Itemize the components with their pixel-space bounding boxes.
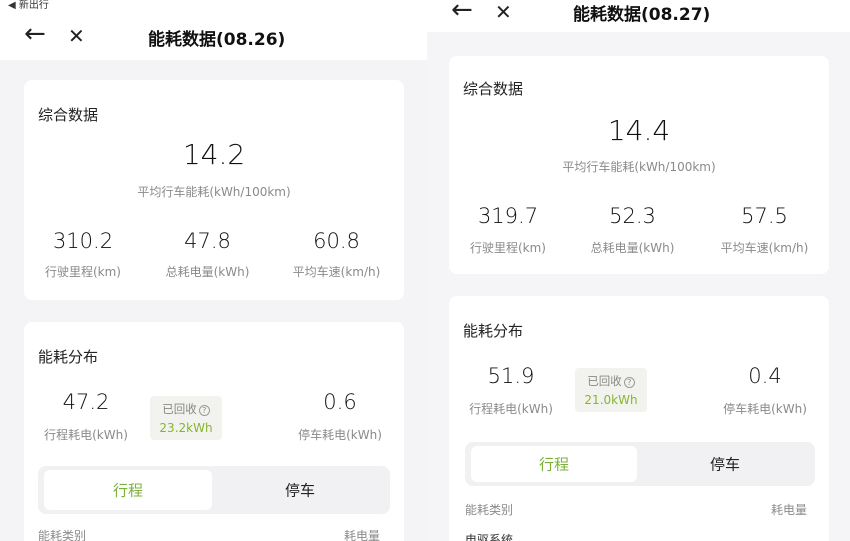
close-icon[interactable]: ✕ <box>68 24 85 48</box>
tab-parking[interactable]: 停车 <box>216 470 384 510</box>
driving-energy-value: 47.2 <box>62 390 110 414</box>
tab-trip[interactable]: 行程 <box>471 446 637 482</box>
distribution-card: 能耗分布 51.9 行程耗电(kWh) 已回收? 21.0kWh 0.4 停车耗… <box>449 296 829 541</box>
recovered-label: 已回收 <box>587 374 622 388</box>
back-arrow-icon[interactable]: ← <box>451 0 473 23</box>
avg-speed-label: 平均车速(km/h) <box>292 265 381 279</box>
page-title: 能耗数据(08.26) <box>148 30 286 50</box>
summary-title: 综合数据 <box>463 80 524 98</box>
total-energy-value: 52.3 <box>609 204 656 228</box>
table-header-category: 能耗类别 <box>38 529 87 541</box>
summary-card: 综合数据 14.4 平均行车能耗(kWh/100km) 319.7 行驶里程(k… <box>449 56 829 274</box>
avg-speed-label: 平均车速(km/h) <box>720 241 809 255</box>
tab-trip[interactable]: 行程 <box>44 470 212 510</box>
recovered-badge: 已回收? 23.2kWh <box>150 396 222 440</box>
back-arrow-icon[interactable]: ← <box>24 21 46 47</box>
table-header-energy: 耗电量 <box>344 529 381 541</box>
table-header-energy: 耗电量 <box>771 503 808 517</box>
driving-energy-label: 行程耗电(kWh) <box>44 428 128 442</box>
help-icon[interactable]: ? <box>198 405 210 416</box>
parking-energy-label: 停车耗电(kWh) <box>723 402 807 416</box>
driving-energy-label: 行程耗电(kWh) <box>469 402 553 416</box>
status-back-link[interactable]: ◀ 新出行 <box>8 0 49 12</box>
table-header-category: 能耗类别 <box>465 503 514 517</box>
avg-speed-value: 57.5 <box>741 204 788 228</box>
summary-card: 综合数据 14.2 平均行车能耗(kWh/100km) 310.2 行驶里程(k… <box>24 80 404 300</box>
nav-bar: ← ✕ 能耗数据(08.27) <box>427 0 850 32</box>
avg-consumption-value: 14.4 <box>607 114 671 147</box>
total-energy-value: 47.8 <box>184 229 231 253</box>
segment-control: 行程 停车 <box>38 466 390 514</box>
recovered-label: 已回收 <box>162 402 197 416</box>
mileage-value: 310.2 <box>52 229 114 253</box>
recovered-value: 23.2kWh <box>159 421 213 435</box>
tab-parking[interactable]: 停车 <box>641 446 809 482</box>
avg-speed-value: 60.8 <box>313 229 360 253</box>
left-screenshot: ◀ 新出行 ← ✕ 能耗数据(08.26) 综合数据 14.2 平均行车能耗(k… <box>0 0 427 541</box>
total-energy-label: 总耗电量(kWh) <box>165 265 250 279</box>
avg-consumption-value: 14.2 <box>182 138 246 171</box>
segment-control: 行程 停车 <box>465 442 815 486</box>
driving-energy-value: 51.9 <box>487 364 535 388</box>
summary-title: 综合数据 <box>38 106 99 124</box>
parking-energy-value: 0.4 <box>748 364 782 388</box>
table-row-label: 电驱系统 <box>465 533 514 541</box>
mileage-value: 319.7 <box>477 204 539 228</box>
right-screenshot: ← ✕ 能耗数据(08.27) 综合数据 14.4 平均行车能耗(kWh/100… <box>427 0 850 541</box>
mileage-label: 行驶里程(km) <box>44 265 121 279</box>
avg-consumption-label: 平均行车能耗(kWh/100km) <box>562 160 716 174</box>
total-energy-label: 总耗电量(kWh) <box>590 241 675 255</box>
parking-energy-value: 0.6 <box>323 390 357 414</box>
page-title: 能耗数据(08.27) <box>573 5 711 25</box>
recovered-badge: 已回收? 21.0kWh <box>575 368 647 412</box>
distribution-title: 能耗分布 <box>463 322 524 340</box>
close-icon[interactable]: ✕ <box>495 0 512 24</box>
recovered-value: 21.0kWh <box>584 393 638 407</box>
distribution-card: 能耗分布 47.2 行程耗电(kWh) 已回收? 23.2kWh 0.6 停车耗… <box>24 322 404 541</box>
mileage-label: 行驶里程(km) <box>469 241 546 255</box>
distribution-title: 能耗分布 <box>38 348 99 366</box>
help-icon[interactable]: ? <box>623 377 635 388</box>
avg-consumption-label: 平均行车能耗(kWh/100km) <box>137 185 291 199</box>
parking-energy-label: 停车耗电(kWh) <box>298 428 382 442</box>
nav-bar: ◀ 新出行 ← ✕ 能耗数据(08.26) <box>0 0 427 60</box>
